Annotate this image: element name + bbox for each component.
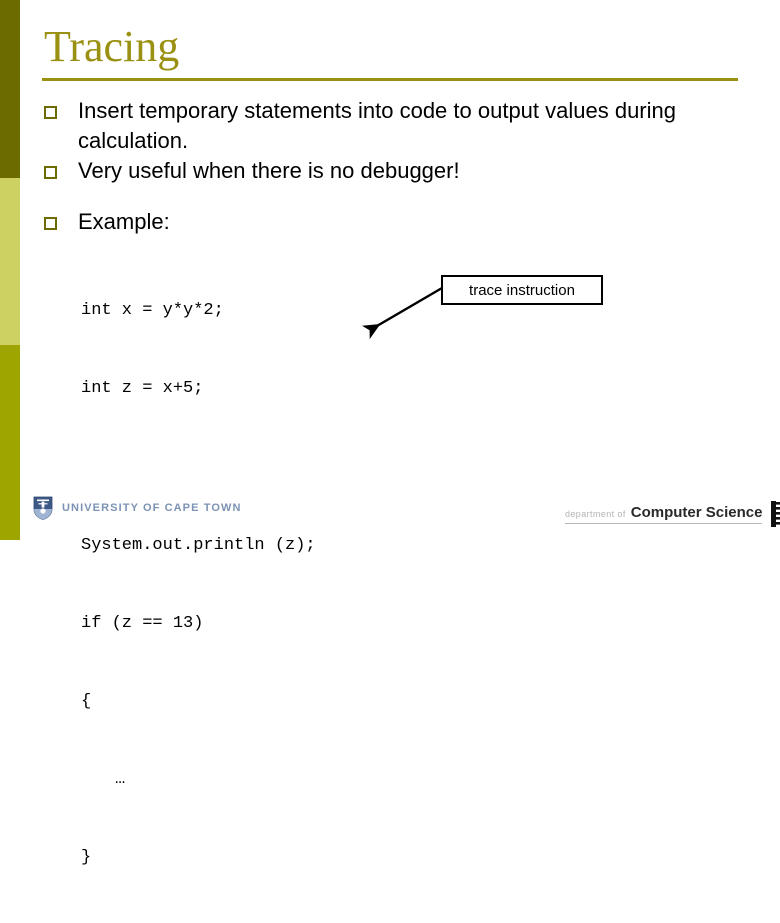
code-line: }	[81, 848, 92, 867]
bullet-item-label: Very useful when there is no debugger!	[78, 158, 460, 183]
code-line: System.out.println (z);	[81, 536, 316, 555]
bullet-list: Insert temporary statements into code to…	[44, 96, 684, 186]
code-sample: int x = y*y*2; int z = x+5; System.out.p…	[81, 246, 316, 923]
code-line: if (z == 13)	[81, 614, 204, 633]
bullet-item: Insert temporary statements into code to…	[44, 96, 684, 156]
university-branding: UNIVERSITY OF CAPE TOWN	[33, 496, 242, 520]
department-branding: department of Computer Science	[565, 500, 780, 528]
example-bullet-item: Example:	[44, 207, 170, 237]
bullet-item: Very useful when there is no debugger!	[44, 156, 684, 186]
department-name: Computer Science	[630, 504, 763, 521]
sidebar-band-top	[0, 0, 20, 178]
computer-science-logo-icon	[770, 500, 780, 528]
sidebar-band-middle	[0, 178, 20, 345]
code-line: …	[115, 770, 126, 789]
sidebar-band-bottom	[0, 345, 20, 540]
slide-canvas: Tracing Insert temporary statements into…	[0, 0, 780, 867]
university-name: UNIVERSITY OF CAPE TOWN	[62, 502, 242, 514]
title-underline-rule	[42, 78, 738, 81]
square-bullet-icon	[44, 166, 57, 179]
decorative-sidebar	[0, 0, 20, 540]
department-prefix: department of	[565, 509, 626, 519]
code-line: {	[81, 692, 92, 711]
square-bullet-icon	[44, 106, 57, 119]
code-line: int z = x+5;	[81, 379, 204, 398]
bullet-item-label: Insert temporary statements into code to…	[78, 98, 676, 153]
uct-shield-icon	[33, 496, 53, 520]
code-line: int x = y*y*2;	[81, 301, 224, 320]
department-line: department of Computer Science	[565, 504, 763, 524]
example-bullet-label: Example:	[78, 209, 170, 234]
callout-label: trace instruction	[469, 281, 575, 299]
square-bullet-icon	[44, 217, 57, 230]
trace-instruction-callout: trace instruction	[441, 275, 603, 305]
slide-title: Tracing	[44, 22, 180, 71]
